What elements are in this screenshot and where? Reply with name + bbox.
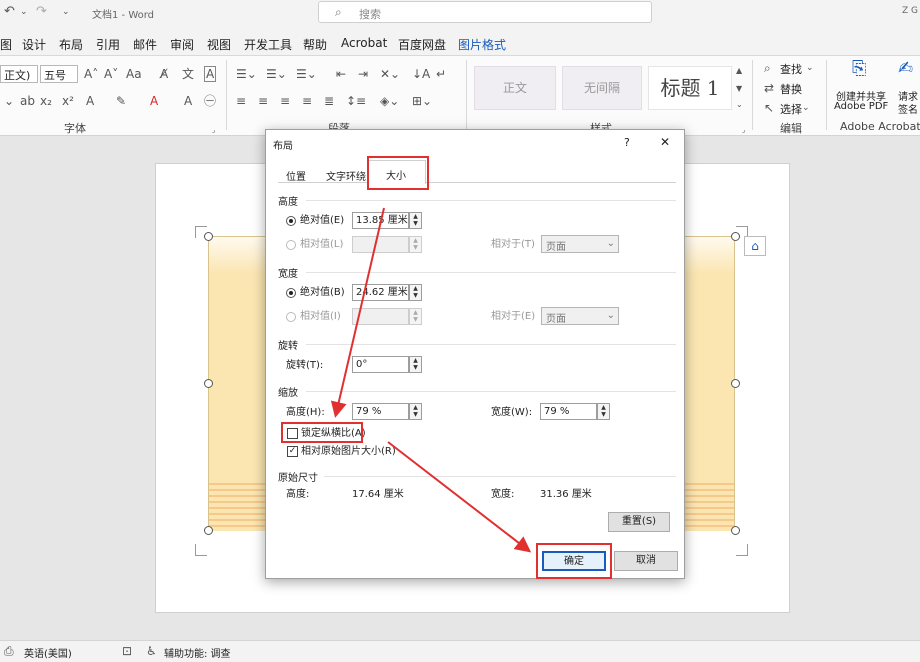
arrow-to-ok-button <box>387 441 532 553</box>
arrow-to-lock-ratio <box>330 207 385 418</box>
annotation-arrows <box>330 207 532 553</box>
